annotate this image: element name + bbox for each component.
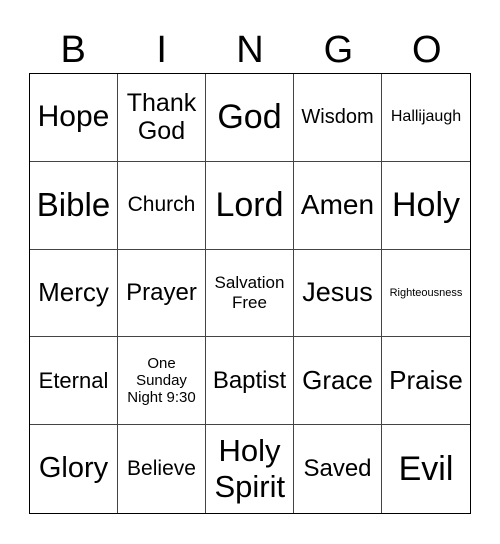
- bingo-cell[interactable]: Lord: [206, 161, 294, 250]
- bingo-cell[interactable]: Holy Spirit: [206, 425, 294, 513]
- bingo-cell[interactable]: Holy: [382, 162, 470, 250]
- bingo-cell-text: Amen: [300, 189, 375, 221]
- bingo-cell-text: Grace: [302, 364, 373, 395]
- bingo-cell[interactable]: Evil: [382, 425, 470, 513]
- bingo-grid: Hope Thank God God Wisdom Hallijaugh Bible Chu…: [29, 73, 471, 514]
- bingo-cell[interactable]: Prayer: [118, 249, 206, 338]
- bingo-cell-text: Believe: [127, 457, 196, 481]
- bingo-cell[interactable]: Wisdom: [294, 74, 382, 162]
- bingo-cell[interactable]: Church: [118, 161, 206, 250]
- bingo-cell-text: Glory: [38, 452, 109, 485]
- bingo-cell[interactable]: Salvation Free: [206, 249, 294, 338]
- bingo-cell-text: Prayer: [126, 279, 197, 307]
- bingo-cell[interactable]: Baptist: [206, 337, 294, 426]
- bingo-cell[interactable]: Eternal: [30, 337, 118, 426]
- header-letter-o: O: [412, 29, 442, 71]
- bingo-cell[interactable]: God: [206, 74, 294, 162]
- bingo-cell-text: Church: [127, 193, 196, 217]
- bingo-cell-text: Holy Spirit: [214, 433, 286, 505]
- bingo-cell[interactable]: Praise: [382, 337, 470, 426]
- bingo-cell-text: Salvation Free: [214, 273, 285, 312]
- bingo-cell-text: Hallijaugh: [390, 108, 462, 126]
- bingo-cell-text: Righteousness: [389, 286, 463, 299]
- bingo-cell[interactable]: Mercy: [30, 249, 118, 338]
- bingo-cell[interactable]: Bible: [30, 161, 118, 250]
- bingo-cell-text: Hope: [37, 100, 110, 134]
- bingo-cell-text: One Sunday Night 9:30: [127, 354, 196, 407]
- header-letter-g: G: [323, 29, 354, 71]
- bingo-cell-text: Evil: [398, 449, 454, 488]
- header-letter-n: N: [236, 29, 264, 71]
- bingo-cell-text: Mercy: [38, 277, 109, 308]
- bingo-cell[interactable]: Glory: [30, 425, 118, 513]
- bingo-cell-text: Jesus: [302, 277, 373, 308]
- bingo-cell[interactable]: Saved: [294, 425, 382, 513]
- header-letter-i: I: [156, 29, 167, 71]
- bingo-cell-text: Holy: [391, 185, 461, 224]
- bingo-cell-text: Baptist: [212, 366, 287, 394]
- bingo-cell[interactable]: Amen: [294, 161, 382, 250]
- bingo-cell[interactable]: Hallijaugh: [382, 74, 470, 162]
- bingo-cell-text: Bible: [36, 186, 111, 224]
- bingo-cell-text: Eternal: [38, 368, 109, 394]
- bingo-cell-text: Thank God: [126, 88, 197, 146]
- bingo-cell[interactable]: Righteousness: [382, 250, 470, 338]
- bingo-cell-text: Saved: [303, 455, 372, 483]
- bingo-cell-text: Wisdom: [301, 105, 374, 128]
- bingo-cell[interactable]: Grace: [294, 337, 382, 426]
- bingo-cell[interactable]: Believe: [118, 425, 206, 513]
- bingo-header: B I N G O: [29, 28, 471, 72]
- bingo-cell-text: God: [217, 97, 282, 136]
- bingo-cell-text: Praise: [389, 364, 463, 395]
- bingo-cell[interactable]: Thank God: [118, 74, 206, 162]
- bingo-cell[interactable]: Hope: [30, 74, 118, 162]
- bingo-cell[interactable]: Jesus: [294, 249, 382, 338]
- bingo-cell-text: Lord: [215, 185, 284, 224]
- bingo-cell[interactable]: One Sunday Night 9:30: [118, 337, 206, 426]
- header-letter-b: B: [60, 29, 86, 71]
